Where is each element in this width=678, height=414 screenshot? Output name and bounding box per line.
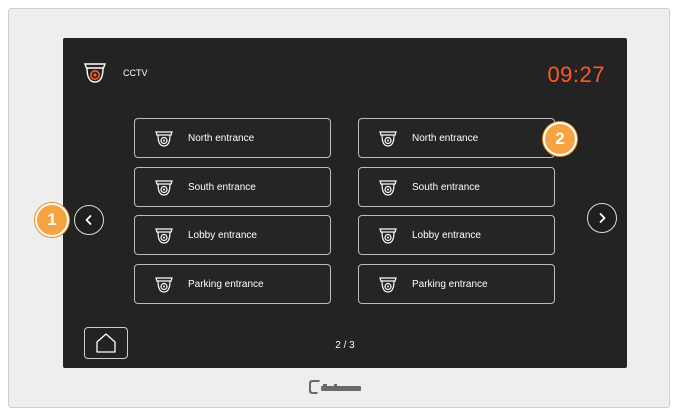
- camera-label: South entrance: [412, 182, 480, 193]
- callout-marker-2: 2: [543, 122, 577, 156]
- dome-camera-icon: [379, 131, 397, 147]
- brand-logo: [309, 380, 361, 394]
- dome-camera-icon: [155, 131, 173, 147]
- previous-page-button[interactable]: [74, 205, 104, 235]
- camera-label: North entrance: [412, 133, 479, 144]
- camera-label: Parking entrance: [188, 279, 264, 290]
- camera-label: Lobby entrance: [412, 230, 481, 241]
- app-title: CCTV: [123, 68, 148, 78]
- callout-marker-1: 1: [35, 203, 69, 237]
- camera-button-south-entrance[interactable]: South entrance: [358, 167, 555, 207]
- next-page-button[interactable]: [587, 203, 617, 233]
- camera-button-lobby-entrance[interactable]: Lobby entrance: [358, 215, 555, 255]
- touch-screen: CCTV 09:27 North entrance South entrance…: [63, 38, 627, 368]
- chevron-right-icon: [599, 213, 606, 223]
- camera-label: North entrance: [188, 133, 255, 144]
- page-indicator: 2 / 3: [335, 340, 355, 351]
- dome-camera-icon: [155, 228, 173, 244]
- clock: 09:27: [547, 62, 605, 87]
- camera-button-lobby-entrance[interactable]: Lobby entrance: [134, 215, 331, 255]
- camera-button-north-entrance[interactable]: North entrance: [358, 118, 555, 158]
- camera-label: South entrance: [188, 182, 256, 193]
- camera-button-parking-entrance[interactable]: Parking entrance: [134, 264, 331, 304]
- camera-button-parking-entrance[interactable]: Parking entrance: [358, 264, 555, 304]
- chevron-left-icon: [85, 215, 92, 225]
- camera-label: Lobby entrance: [188, 230, 257, 241]
- dome-camera-icon: [379, 277, 397, 293]
- camera-button-north-entrance[interactable]: North entrance: [134, 118, 331, 158]
- dome-camera-icon: [379, 180, 397, 196]
- camera-label: Parking entrance: [412, 279, 488, 290]
- dome-camera-icon: [379, 228, 397, 244]
- camera-button-south-entrance[interactable]: South entrance: [134, 167, 331, 207]
- dome-camera-icon: [155, 180, 173, 196]
- cctv-camera-icon: [83, 63, 107, 83]
- dome-camera-icon: [155, 277, 173, 293]
